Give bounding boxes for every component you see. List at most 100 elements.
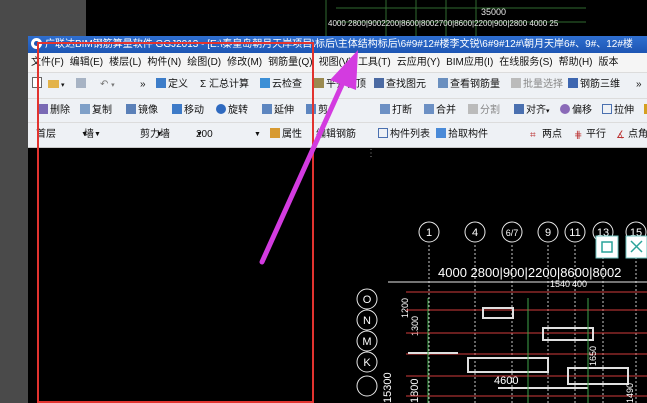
- align-icon: [514, 104, 524, 114]
- vertical-dimension: 15300: [382, 372, 394, 403]
- menu-floor[interactable]: 楼层(L): [106, 53, 144, 72]
- cloud-check-button[interactable]: 云检查: [260, 77, 302, 93]
- save-icon[interactable]: [76, 77, 88, 93]
- flat-top-button[interactable]: 平齐板顶: [314, 77, 366, 93]
- menu-online-service[interactable]: 在线服务(S): [496, 53, 555, 72]
- edit-rebar-button[interactable]: 编辑钢筋: [316, 127, 356, 143]
- cloud-check-icon: [260, 78, 270, 88]
- top-dimension: 35000: [481, 7, 506, 17]
- view-rebar-button[interactable]: 查看钢筋量: [438, 77, 500, 93]
- row-label: K: [363, 357, 371, 369]
- copy-button[interactable]: 复制: [80, 103, 112, 119]
- list-icon: [378, 128, 388, 138]
- chevron-down-icon[interactable]: ▼: [156, 127, 163, 143]
- menu-cloud[interactable]: 云应用(Y): [394, 53, 443, 72]
- mirror-button[interactable]: 镜像: [126, 103, 158, 119]
- desktop-background: [0, 0, 86, 36]
- offset-icon: [560, 104, 570, 114]
- toolbar-component: 首层 ▼ 墙 剪力墙 200 ▼ ▼ ▼ ▼ 属性 编辑钢筋 构件列表 拾取构件 …: [28, 122, 647, 148]
- extend-button[interactable]: 延伸: [262, 103, 294, 119]
- find-element-button[interactable]: 查找图元: [374, 77, 426, 93]
- batch-select-button[interactable]: 批量选择: [511, 77, 563, 93]
- menu-bar: 文件(F) 编辑(E) 楼层(L) 构件(N) 绘图(D) 修改(M) 钢筋量(Q) 视图(V…: [28, 53, 647, 72]
- batch-select-icon: [511, 78, 521, 88]
- cad-background-top: 35000 4000 2800|9002200|8600|8002700|860…: [325, 0, 586, 36]
- menu-modify[interactable]: 修改(M): [224, 53, 265, 72]
- menu-component[interactable]: 构件(N): [144, 53, 184, 72]
- left-gray-panel: [0, 36, 28, 403]
- more-chevron-icon-2[interactable]: »: [636, 77, 642, 93]
- parallel-icon: ⋕: [574, 130, 583, 141]
- row-label: M: [362, 336, 371, 348]
- menu-bim[interactable]: BIM应用(I): [443, 53, 496, 72]
- rotate-button[interactable]: 旋转: [216, 103, 248, 119]
- top-dimension-row: 4000 2800|9002200|8600|8002700|8600|2200…: [328, 19, 559, 28]
- offset-button[interactable]: 偏移: [560, 103, 592, 119]
- toolbar-modify: 删除 复制 镜像 移动 旋转 延伸 剪 打断 合并 分割 对齐▾ 偏移 拉伸 设: [28, 98, 647, 123]
- component-list-button[interactable]: 构件列表: [378, 127, 430, 143]
- small-dimension: 1490: [625, 383, 635, 403]
- dimension-row: 4000 2800|900|2200|8600|8002: [438, 265, 621, 280]
- toolbar-main: ▾ ↶ ▾ » 定义 Σ 汇总计算 云检查 平齐板顶 查找图元 查看钢筋量 批量…: [28, 72, 647, 99]
- window-title-bar: 广联达BIM钢筋算量软件 GGJ2013 - [E:\秦皇岛朝月天岸项目\标后\…: [28, 36, 647, 53]
- component-name-select[interactable]: 200: [196, 127, 258, 142]
- menu-file[interactable]: 文件(F): [28, 53, 67, 72]
- more-chevron-icon[interactable]: »: [140, 77, 146, 93]
- stretch-icon: [602, 104, 612, 114]
- axis-label: 4: [472, 227, 478, 239]
- small-dimension: 4600: [494, 375, 518, 387]
- menu-view[interactable]: 视图(V): [316, 53, 355, 72]
- rebar-3d-icon: [568, 78, 578, 88]
- two-points-icon: ⌗: [530, 130, 536, 141]
- cad-drawing: 1 4 6/7 9 11 13 15 O N M K 4000 2800|900…: [356, 221, 647, 403]
- menu-draw[interactable]: 绘图(D): [184, 53, 224, 72]
- chevron-down-icon[interactable]: ▼: [94, 127, 101, 143]
- binoculars-icon: [374, 78, 384, 88]
- small-dimension: 1540: [550, 279, 570, 289]
- small-dimension: 400: [572, 279, 587, 289]
- move-button[interactable]: 移动: [172, 103, 204, 119]
- define-icon: [156, 78, 166, 88]
- stretch-button[interactable]: 拉伸: [602, 103, 634, 119]
- component-type-select[interactable]: 墙: [84, 127, 140, 142]
- split-icon: [468, 104, 478, 114]
- properties-button[interactable]: 属性: [270, 127, 302, 143]
- rotate-icon: [216, 104, 226, 114]
- menu-edit[interactable]: 编辑(E): [67, 53, 106, 72]
- trim-button[interactable]: 剪: [306, 103, 328, 119]
- floor-select[interactable]: 首层 ▼: [36, 127, 88, 142]
- merge-button[interactable]: 合并: [424, 103, 456, 119]
- new-file-icon[interactable]: [32, 77, 44, 93]
- vertical-dimension: 1200: [400, 298, 410, 318]
- define-button[interactable]: 定义: [156, 77, 188, 93]
- axis-label: 9: [545, 227, 551, 239]
- copy-icon: [80, 104, 90, 114]
- small-dimension: 1650: [588, 346, 598, 366]
- merge-icon: [424, 104, 434, 114]
- menu-tools[interactable]: 工具(T): [355, 53, 394, 72]
- sum-calc-button[interactable]: Σ 汇总计算: [200, 77, 249, 93]
- point-angle-button[interactable]: ∡ 点角: [616, 127, 647, 143]
- pick-icon: [436, 128, 446, 138]
- align-button[interactable]: 对齐▾: [514, 103, 550, 119]
- flat-top-icon: [314, 78, 324, 88]
- open-folder-icon[interactable]: ▾: [48, 77, 65, 93]
- split-button[interactable]: 分割: [468, 103, 500, 119]
- trim-icon: [306, 104, 316, 114]
- break-button[interactable]: 打断: [380, 103, 412, 119]
- pick-component-button[interactable]: 拾取构件: [436, 127, 488, 143]
- rebar-3d-button[interactable]: 钢筋三维: [568, 77, 620, 93]
- view-toggle-button[interactable]: [595, 235, 619, 259]
- menu-version[interactable]: 版本: [596, 53, 622, 72]
- delete-button[interactable]: 删除: [38, 103, 70, 119]
- axis-label: 1: [426, 227, 432, 239]
- two-points-button[interactable]: ⌗ 两点: [530, 127, 562, 143]
- menu-rebar-quantity[interactable]: 钢筋量(Q): [265, 53, 315, 72]
- component-subtype-select[interactable]: 剪力墙: [140, 127, 202, 142]
- menu-help[interactable]: 帮助(H): [556, 53, 596, 72]
- undo-icon[interactable]: ↶ ▾: [100, 77, 115, 93]
- extend-icon: [262, 104, 272, 114]
- parallel-button[interactable]: ⋕ 平行: [574, 127, 606, 143]
- chevron-down-icon[interactable]: ▼: [254, 127, 261, 143]
- chevron-down-icon[interactable]: ▼: [196, 127, 203, 143]
